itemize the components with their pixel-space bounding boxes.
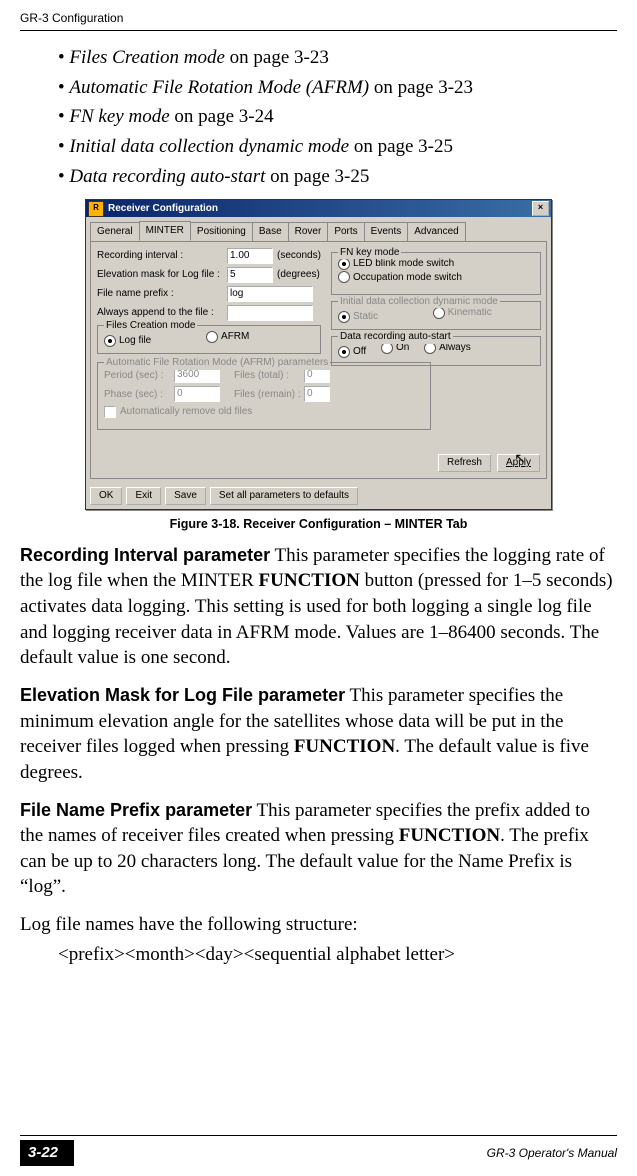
files-creation-legend: Files Creation mode [104, 319, 197, 333]
paragraph-file-prefix: File Name Prefix parameter This paramete… [20, 798, 617, 901]
afrm-group: Automatic File Rotation Mode (AFRM) para… [97, 362, 431, 429]
para-lead: Recording Interval parameter [20, 545, 270, 565]
fn-key-legend: FN key mode [338, 246, 401, 260]
figure-caption: Figure 3-18. Receiver Configuration – MI… [20, 516, 617, 533]
page-number: 3-22 [20, 1140, 74, 1166]
radio-off[interactable]: Off [338, 345, 366, 359]
radio-label: Log file [119, 334, 151, 348]
elevation-mask-label: Elevation mask for Log file : [97, 268, 227, 282]
auto-remove-label: Automatically remove old files [120, 405, 252, 419]
tab-rover[interactable]: Rover [288, 222, 329, 242]
list-item: FN key mode on page 3-24 [58, 104, 617, 130]
autostart-group: Data recording auto-start Off On Always [331, 336, 541, 366]
exit-button[interactable]: Exit [126, 487, 161, 505]
recording-interval-input[interactable]: 1.00 [227, 248, 273, 264]
paragraph-recording-interval: Recording Interval parameter This parame… [20, 543, 617, 671]
append-input[interactable] [227, 305, 313, 321]
para-bold: FUNCTION [399, 825, 500, 846]
radio-label: Off [353, 345, 366, 359]
radio-label: Static [353, 310, 378, 324]
tab-general[interactable]: General [90, 222, 140, 242]
period-label: Period (sec) : [104, 369, 174, 383]
tab-pane: Recording interval : 1.00 (seconds) Elev… [90, 241, 547, 479]
running-header: GR-3 Configuration [20, 10, 617, 26]
tab-minter[interactable]: MINTER [139, 221, 191, 241]
bullet-list: Files Creation mode on page 3-23 Automat… [20, 45, 617, 189]
bullet-term: Data recording auto-start [69, 166, 265, 187]
radio-occupation[interactable]: Occupation mode switch [338, 271, 462, 285]
bullet-term: FN key mode [69, 106, 169, 127]
bullet-term: Initial data collection dynamic mode [69, 136, 349, 157]
defaults-button[interactable]: Set all parameters to defaults [210, 487, 358, 505]
paragraph-log-structure-intro: Log file names have the following struct… [20, 912, 617, 938]
list-item: Initial data collection dynamic mode on … [58, 134, 617, 160]
recording-interval-unit: (seconds) [277, 249, 321, 263]
tab-strip: General MINTER Positioning Base Rover Po… [90, 221, 547, 241]
append-label: Always append to the file : [97, 306, 227, 320]
tab-ports[interactable]: Ports [327, 222, 364, 242]
file-prefix-label: File name prefix : [97, 287, 227, 301]
bullet-rest: on page 3-25 [265, 166, 369, 187]
radio-afrm[interactable]: AFRM [206, 330, 249, 344]
figure: R Receiver Configuration × General MINTE… [20, 199, 617, 532]
titlebar[interactable]: R Receiver Configuration × [86, 200, 551, 217]
bullet-term: Automatic File Rotation Mode (AFRM) [69, 77, 369, 98]
bullet-rest: on page 3-25 [349, 136, 453, 157]
bullet-term: Files Creation mode [69, 47, 225, 68]
autostart-legend: Data recording auto-start [338, 330, 453, 344]
radio-label: AFRM [221, 330, 249, 344]
list-item: Data recording auto-start on page 3-25 [58, 164, 617, 190]
app-icon: R [88, 201, 104, 217]
radio-static[interactable]: Static [338, 310, 378, 324]
ok-button[interactable]: OK [90, 487, 122, 505]
dialog-window: R Receiver Configuration × General MINTE… [85, 199, 552, 510]
list-item: Automatic File Rotation Mode (AFRM) on p… [58, 75, 617, 101]
phase-label: Phase (sec) : [104, 388, 174, 402]
page-footer: 3-22 GR-3 Operator's Manual [0, 1135, 637, 1166]
paragraph-log-structure: <prefix><month><day><sequential alphabet… [58, 942, 617, 968]
init-dynamic-group: Initial data collection dynamic mode Sta… [331, 301, 541, 331]
header-rule [20, 30, 617, 31]
save-button[interactable]: Save [165, 487, 206, 505]
fn-key-group: FN key mode LED blink mode switch Occupa… [331, 252, 541, 295]
recording-interval-label: Recording interval : [97, 249, 227, 263]
files-remain-label: Files (remain) : [234, 388, 304, 402]
bullet-rest: on page 3-23 [369, 77, 473, 98]
apply-button[interactable]: Apply [497, 454, 540, 472]
tab-base[interactable]: Base [252, 222, 289, 242]
list-item: Files Creation mode on page 3-23 [58, 45, 617, 71]
files-total-label: Files (total) : [234, 369, 304, 383]
radio-label: Occupation mode switch [353, 271, 462, 285]
phase-input[interactable]: 0 [174, 386, 220, 402]
para-bold: FUNCTION [294, 736, 395, 757]
elevation-mask-input[interactable]: 5 [227, 267, 273, 283]
files-creation-group: Files Creation mode Log file AFRM [97, 325, 321, 355]
auto-remove-checkbox[interactable]: Automatically remove old files [104, 405, 252, 419]
elevation-mask-unit: (degrees) [277, 268, 320, 282]
afrm-legend: Automatic File Rotation Mode (AFRM) para… [104, 356, 330, 370]
radio-log-file[interactable]: Log file [104, 334, 151, 348]
para-lead: File Name Prefix parameter [20, 800, 252, 820]
close-button[interactable]: × [532, 201, 549, 216]
window-title: Receiver Configuration [108, 202, 218, 216]
para-lead: Elevation Mask for Log File parameter [20, 685, 345, 705]
file-prefix-input[interactable]: log [227, 286, 313, 302]
bullet-rest: on page 3-24 [170, 106, 274, 127]
init-dynamic-legend: Initial data collection dynamic mode [338, 295, 500, 309]
tab-events[interactable]: Events [364, 222, 409, 242]
paragraph-elevation-mask: Elevation Mask for Log File parameter Th… [20, 683, 617, 786]
bottom-button-bar: OK Exit Save Set all parameters to defau… [86, 483, 551, 509]
para-bold: FUNCTION [259, 570, 360, 591]
refresh-button[interactable]: Refresh [438, 454, 491, 472]
files-remain-input[interactable]: 0 [304, 386, 330, 402]
tab-advanced[interactable]: Advanced [407, 222, 465, 242]
tab-positioning[interactable]: Positioning [190, 222, 253, 242]
bullet-rest: on page 3-23 [225, 47, 329, 68]
manual-title: GR-3 Operator's Manual [487, 1145, 617, 1161]
